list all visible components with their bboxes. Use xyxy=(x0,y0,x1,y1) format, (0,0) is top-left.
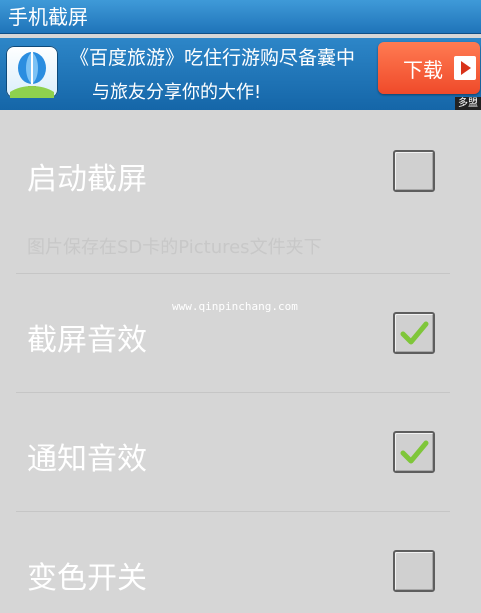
setting-row-color-switch[interactable]: 变色开关 xyxy=(0,512,481,613)
ad-headline: 《百度旅游》吃住行游购尽备囊中 xyxy=(70,47,356,69)
download-label: 下载 xyxy=(403,58,443,82)
app-title: 手机截屏 xyxy=(8,5,88,29)
play-arrow-icon xyxy=(454,56,476,80)
check-icon xyxy=(400,321,429,345)
ad-badge: 多盟 xyxy=(455,97,481,110)
title-bar: 手机截屏 xyxy=(0,0,481,34)
setting-row-screenshot-sound[interactable]: 截屏音效 xyxy=(0,274,481,392)
setting-label: 通知音效 xyxy=(27,442,147,477)
ad-download-button[interactable]: 下载 xyxy=(378,42,480,94)
balloon-logo-icon xyxy=(6,46,58,98)
setting-label: 截屏音效 xyxy=(27,323,147,358)
ad-banner[interactable]: 《百度旅游》吃住行游购尽备囊中 与旅友分享你的大作! 下载 多盟 xyxy=(0,38,481,110)
save-location-hint: 图片保存在SD卡的Pictures文件夹下 xyxy=(27,237,322,258)
check-icon xyxy=(400,440,429,464)
ad-subline: 与旅友分享你的大作! xyxy=(92,82,262,103)
setting-label: 变色开关 xyxy=(27,561,147,596)
notify-sound-checkbox[interactable] xyxy=(393,431,435,473)
setting-label: 启动截屏 xyxy=(27,162,147,197)
color-switch-checkbox[interactable] xyxy=(393,550,435,592)
screenshot-sound-checkbox[interactable] xyxy=(393,312,435,354)
setting-row-notify-sound[interactable]: 通知音效 xyxy=(0,393,481,511)
start-screenshot-checkbox[interactable] xyxy=(393,150,435,192)
